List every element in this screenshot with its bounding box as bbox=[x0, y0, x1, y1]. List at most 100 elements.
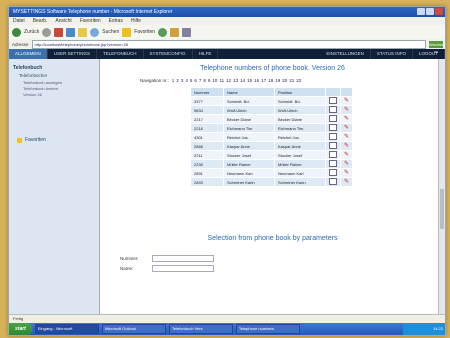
nav-item-help[interactable]: HILFE bbox=[193, 49, 219, 59]
sidebar-item-version[interactable]: Version 26 bbox=[23, 92, 85, 97]
page-link[interactable]: 14 bbox=[240, 78, 245, 83]
edit-icon[interactable] bbox=[329, 124, 337, 131]
page-link[interactable]: 15 bbox=[247, 78, 252, 83]
page-link[interactable]: 7 bbox=[199, 78, 202, 83]
page-link[interactable]: 19 bbox=[275, 78, 280, 83]
pagination-pages: 1 2 3 4 5 6 7 8 9 10 11 12 13 14 15 16 17 18 19 20 21 22 bbox=[172, 78, 302, 83]
vertical-scrollbar[interactable] bbox=[438, 59, 445, 315]
edit-icon[interactable] bbox=[329, 142, 337, 149]
page-link[interactable]: 13 bbox=[233, 78, 238, 83]
delete-cell: ✎ bbox=[339, 132, 354, 142]
pencil-icon[interactable]: ✎ bbox=[344, 125, 349, 131]
pencil-icon[interactable]: ✎ bbox=[344, 152, 349, 158]
page-link[interactable]: 8 bbox=[203, 78, 206, 83]
stop-icon[interactable] bbox=[54, 27, 64, 37]
delete-cell: ✎ bbox=[339, 105, 354, 115]
nav-item-user-settings[interactable]: USER SETTINGS bbox=[48, 49, 98, 59]
page-link[interactable]: 16 bbox=[254, 78, 259, 83]
edit-icon[interactable] bbox=[329, 106, 337, 113]
page-link[interactable]: 3 bbox=[181, 78, 184, 83]
close-icon[interactable] bbox=[435, 8, 443, 15]
menu-item-favorites[interactable]: Favoriten bbox=[80, 17, 101, 25]
nav-item-phonebook[interactable]: TELEFONBUCH bbox=[97, 49, 144, 59]
home-icon[interactable] bbox=[78, 27, 88, 37]
page-link[interactable]: 5 bbox=[190, 78, 193, 83]
edit-icon[interactable] bbox=[329, 151, 337, 158]
cell-position: Schreiner Karin bbox=[274, 177, 326, 187]
delete-cell: ✎ bbox=[339, 141, 354, 151]
taskbar-item[interactable]: Eingang - Microsoft bbox=[34, 324, 99, 334]
edit-icon[interactable] bbox=[329, 133, 337, 140]
nav-item-systemconfig[interactable]: SYSTEMCONFIG bbox=[144, 49, 193, 59]
history-icon[interactable] bbox=[158, 27, 168, 37]
menu-item-tools[interactable]: Extras bbox=[109, 17, 123, 25]
pencil-icon[interactable]: ✎ bbox=[344, 116, 349, 122]
scrollbar-thumb[interactable] bbox=[440, 189, 444, 229]
mail-icon[interactable] bbox=[170, 27, 180, 37]
name-input[interactable] bbox=[152, 265, 214, 272]
back-icon[interactable] bbox=[12, 27, 21, 37]
sidebar-section-title[interactable]: Telefonbuch bbox=[13, 65, 95, 71]
edit-cell bbox=[325, 123, 341, 133]
pencil-icon[interactable]: ✎ bbox=[344, 170, 349, 176]
cell-position: Müller Rainer bbox=[274, 159, 326, 169]
nav-item-settings[interactable]: EINSTELLUNGEN bbox=[320, 49, 371, 59]
pencil-icon[interactable]: ✎ bbox=[344, 143, 349, 149]
page-link[interactable]: 1 bbox=[172, 78, 175, 83]
edit-icon[interactable] bbox=[329, 169, 337, 176]
sidebar-item-favorites[interactable]: Favoriten bbox=[17, 137, 99, 143]
page-link[interactable]: 4 bbox=[185, 78, 188, 83]
menu-item-help[interactable]: Hilfe bbox=[131, 17, 141, 25]
pencil-icon[interactable]: ✎ bbox=[344, 134, 349, 140]
search-label[interactable]: Suchen bbox=[102, 29, 119, 35]
page-link[interactable]: 6 bbox=[194, 78, 197, 83]
pencil-icon[interactable]: ✎ bbox=[344, 179, 349, 185]
page-link[interactable]: 18 bbox=[268, 78, 273, 83]
sidebar-item-edit[interactable]: Telefonbuch ändern bbox=[23, 86, 85, 91]
back-label[interactable]: Zurück bbox=[24, 29, 39, 35]
nav-item-general[interactable]: ALLGEMEIN bbox=[9, 49, 48, 59]
page-link[interactable]: 22 bbox=[296, 78, 301, 83]
page-link[interactable]: 12 bbox=[226, 78, 231, 83]
nav-item-logout[interactable]: LOGOUT bbox=[413, 49, 445, 59]
pencil-icon[interactable]: ✎ bbox=[344, 98, 349, 104]
page-link[interactable]: 2 bbox=[176, 78, 179, 83]
pencil-icon[interactable]: ✎ bbox=[344, 161, 349, 167]
menu-item-view[interactable]: Ansicht bbox=[55, 17, 71, 25]
number-input[interactable] bbox=[152, 255, 214, 262]
taskbar-item[interactable]: Microsoft Outlook bbox=[101, 324, 166, 334]
maximize-icon[interactable] bbox=[426, 8, 434, 15]
column-header-number[interactable]: Nummer bbox=[190, 87, 224, 97]
menu-item-edit[interactable]: Bearb. bbox=[33, 17, 48, 25]
pencil-icon[interactable]: ✎ bbox=[344, 107, 349, 113]
nav-item-status[interactable]: STATUS INFO bbox=[371, 49, 413, 59]
taskbar-item[interactable]: Telephone numbers bbox=[235, 324, 300, 334]
forward-icon[interactable] bbox=[42, 27, 52, 37]
edit-icon[interactable] bbox=[329, 160, 337, 167]
favorites-icon[interactable] bbox=[122, 27, 132, 37]
minimize-icon[interactable] bbox=[417, 8, 425, 15]
address-input[interactable]: http://localhost/telephone/phonebook.jsp… bbox=[31, 39, 426, 49]
column-header-position[interactable]: Position bbox=[274, 87, 326, 97]
page-link[interactable]: 9 bbox=[208, 78, 211, 83]
refresh-icon[interactable] bbox=[66, 27, 76, 37]
print-icon[interactable] bbox=[182, 27, 192, 37]
page-link[interactable]: 11 bbox=[219, 78, 224, 83]
sidebar-group[interactable]: Telefonbücher bbox=[19, 73, 89, 78]
page-link[interactable]: 20 bbox=[282, 78, 287, 83]
search-icon[interactable] bbox=[90, 27, 100, 37]
start-button[interactable]: start bbox=[9, 323, 32, 335]
menu-item-file[interactable]: Datei bbox=[13, 17, 25, 25]
go-button[interactable]: Wechseln zu bbox=[429, 40, 445, 54]
page-link[interactable]: 10 bbox=[212, 78, 217, 83]
edit-icon[interactable] bbox=[329, 178, 337, 185]
taskbar-item[interactable]: Telefonbuch Vers. bbox=[168, 324, 233, 334]
column-header-name[interactable]: Name bbox=[223, 87, 275, 97]
folder-icon bbox=[17, 137, 22, 143]
edit-icon[interactable] bbox=[329, 97, 337, 104]
favorites-label[interactable]: Favoriten bbox=[134, 29, 155, 35]
page-link[interactable]: 17 bbox=[261, 78, 266, 83]
edit-icon[interactable] bbox=[329, 115, 337, 122]
page-link[interactable]: 21 bbox=[289, 78, 294, 83]
sidebar-item-show[interactable]: Telefonbuch anzeigen bbox=[23, 80, 85, 85]
